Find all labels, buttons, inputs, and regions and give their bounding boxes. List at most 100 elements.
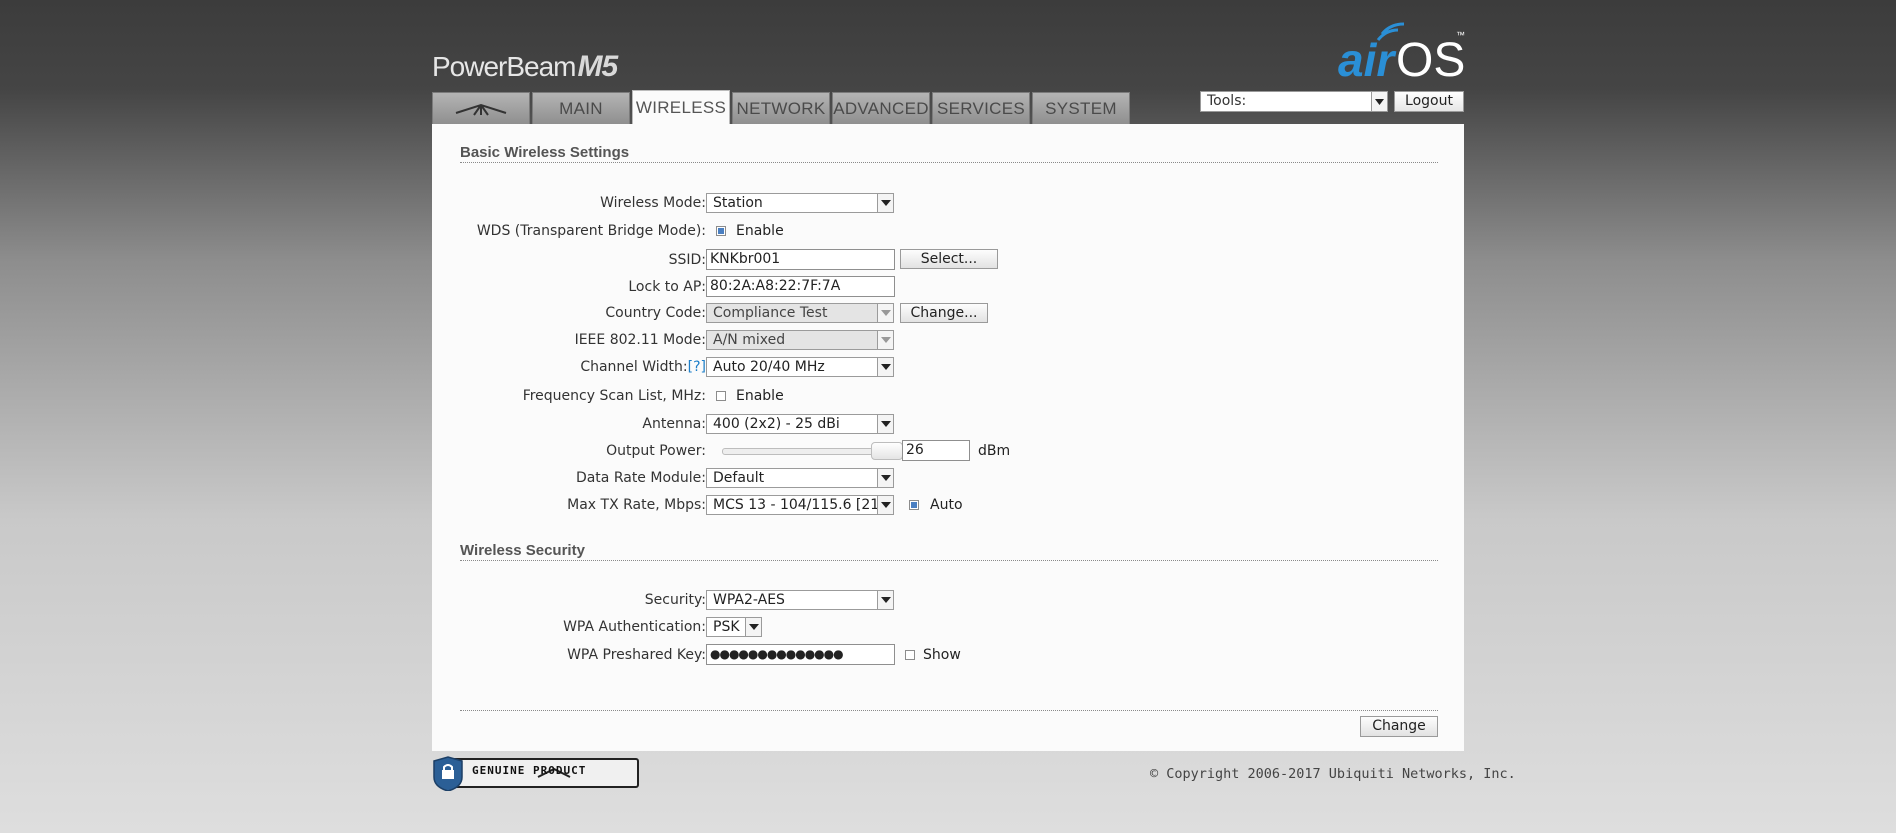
max-tx-value: MCS 13 - 104/115.6 [216/240] xyxy=(713,497,893,513)
tools-select-value: Tools: xyxy=(1207,93,1247,109)
ieee-mode-label: IEEE 802.11 Mode: xyxy=(574,332,706,348)
tab-main[interactable]: MAIN xyxy=(532,92,630,124)
model-name: M5 xyxy=(577,50,619,83)
wpa-auth-select[interactable]: PSK xyxy=(706,617,762,637)
max-tx-auto-label: Auto xyxy=(930,497,963,513)
section-title-security: Wireless Security xyxy=(460,542,1438,561)
antenna-label: Antenna: xyxy=(642,416,706,432)
wpa-key-input[interactable]: ●●●●●●●●●●●●●● xyxy=(706,644,895,665)
brand-name: PowerBeam xyxy=(432,51,577,82)
security-value: WPA2-AES xyxy=(713,592,785,608)
badge-text: GENUINE PRODUCT xyxy=(472,764,587,777)
output-power-label: Output Power: xyxy=(606,443,706,459)
security-select[interactable]: WPA2-AES xyxy=(706,590,894,610)
slider-handle[interactable] xyxy=(871,442,903,460)
row-country-code: Country Code: Compliance Test Change... xyxy=(432,302,1464,326)
output-power-input[interactable]: 26 xyxy=(902,440,970,461)
lock-ap-label: Lock to AP: xyxy=(628,279,706,295)
row-lock-ap: Lock to AP: 80:2A:A8:22:7F:7A xyxy=(432,276,1464,300)
svg-text:™: ™ xyxy=(1456,30,1465,40)
row-wpa-auth: WPA Authentication: PSK xyxy=(432,616,1464,640)
channel-width-value: Auto 20/40 MHz xyxy=(713,359,825,375)
tools-select[interactable]: Tools: xyxy=(1200,91,1388,112)
svg-text:OS: OS xyxy=(1396,34,1465,84)
security-label: Security: xyxy=(644,592,706,608)
chevron-down-icon xyxy=(877,496,893,514)
show-key-checkbox[interactable] xyxy=(905,650,915,660)
section-title-basic: Basic Wireless Settings xyxy=(460,144,1438,163)
row-security: Security: WPA2-AES xyxy=(432,589,1464,613)
ieee-mode-select: A/N mixed xyxy=(706,330,894,350)
wpa-auth-label: WPA Authentication: xyxy=(563,619,706,635)
settings-panel: Basic Wireless Settings Wireless Mode: S… xyxy=(432,124,1464,751)
copyright-text: © Copyright 2006-2017 Ubiquiti Networks,… xyxy=(1150,766,1516,782)
ssid-select-button[interactable]: Select... xyxy=(900,249,998,269)
wds-label: WDS (Transparent Bridge Mode): xyxy=(476,223,706,239)
data-rate-value: Default xyxy=(713,470,765,486)
chevron-down-icon xyxy=(877,591,893,609)
row-ieee-mode: IEEE 802.11 Mode: A/N mixed xyxy=(432,329,1464,353)
country-code-label: Country Code: xyxy=(605,305,706,321)
chevron-down-icon xyxy=(877,194,893,212)
country-code-select: Compliance Test xyxy=(706,303,894,323)
row-channel-width: Channel Width:[?] Auto 20/40 MHz xyxy=(432,356,1464,380)
freq-scan-label: Frequency Scan List, MHz: xyxy=(522,388,706,404)
row-wireless-mode: Wireless Mode: Station xyxy=(432,192,1464,216)
chevron-down-icon xyxy=(877,358,893,376)
footer-divider xyxy=(460,710,1438,711)
main-tabs: MAIN WIRELESS NETWORK ADVANCED SERVICES … xyxy=(432,90,1130,124)
show-key-label: Show xyxy=(923,647,961,663)
product-brand: PowerBeamM5 xyxy=(432,50,619,84)
channel-width-label-text: Channel Width: xyxy=(580,359,688,375)
data-rate-select[interactable]: Default xyxy=(706,468,894,488)
tab-system[interactable]: SYSTEM xyxy=(1032,92,1130,124)
airos-logo: air OS ™ xyxy=(1338,22,1465,84)
chevron-down-icon xyxy=(877,331,893,349)
row-freq-scan: Frequency Scan List, MHz: Enable xyxy=(432,385,1464,409)
antenna-select[interactable]: 400 (2x2) - 25 dBi xyxy=(706,414,894,434)
lock-ap-input[interactable]: 80:2A:A8:22:7F:7A xyxy=(706,276,895,297)
ubiquiti-logo-icon xyxy=(455,103,507,116)
row-wds: WDS (Transparent Bridge Mode): Enable xyxy=(432,220,1464,244)
logout-button[interactable]: Logout xyxy=(1394,91,1464,112)
antenna-value: 400 (2x2) - 25 dBi xyxy=(713,416,840,432)
output-power-slider[interactable] xyxy=(722,442,903,460)
wireless-mode-label: Wireless Mode: xyxy=(600,195,706,211)
country-code-value: Compliance Test xyxy=(713,305,828,321)
chevron-down-icon xyxy=(1371,92,1387,111)
tab-network[interactable]: NETWORK xyxy=(732,92,830,124)
freq-scan-option-label: Enable xyxy=(736,388,784,404)
freq-scan-checkbox[interactable] xyxy=(716,391,726,401)
wireless-mode-value: Station xyxy=(713,195,763,211)
channel-width-help-link[interactable]: [?] xyxy=(688,359,706,375)
row-max-tx: Max TX Rate, Mbps: MCS 13 - 104/115.6 [2… xyxy=(432,494,1464,518)
wireless-mode-select[interactable]: Station xyxy=(706,193,894,213)
output-power-unit: dBm xyxy=(978,443,1011,459)
channel-width-select[interactable]: Auto 20/40 MHz xyxy=(706,357,894,377)
chevron-down-icon xyxy=(877,469,893,487)
ssid-input[interactable]: KNKbr001 xyxy=(706,249,895,270)
wpa-auth-value: PSK xyxy=(713,619,740,635)
wpa-key-label: WPA Preshared Key: xyxy=(567,647,706,663)
change-button[interactable]: Change xyxy=(1360,716,1438,737)
max-tx-select[interactable]: MCS 13 - 104/115.6 [216/240] xyxy=(706,495,894,515)
ieee-mode-value: A/N mixed xyxy=(713,332,786,348)
row-antenna: Antenna: 400 (2x2) - 25 dBi xyxy=(432,413,1464,437)
row-wpa-key: WPA Preshared Key: ●●●●●●●●●●●●●● Show xyxy=(432,644,1464,668)
max-tx-auto-checkbox[interactable] xyxy=(909,500,919,510)
tab-ubnt-logo[interactable] xyxy=(432,92,530,124)
data-rate-label: Data Rate Module: xyxy=(575,470,706,486)
tab-wireless[interactable]: WIRELESS xyxy=(632,90,730,124)
chevron-down-icon xyxy=(745,618,761,636)
chevron-down-icon xyxy=(877,415,893,433)
tab-advanced[interactable]: ADVANCED xyxy=(832,92,930,124)
svg-text:air: air xyxy=(1338,34,1396,84)
ssid-label: SSID: xyxy=(668,252,706,268)
row-output-power: Output Power: 26 dBm xyxy=(432,440,1464,464)
tab-services[interactable]: SERVICES xyxy=(932,92,1030,124)
wds-option-label: Enable xyxy=(736,223,784,239)
row-ssid: SSID: KNKbr001 Select... xyxy=(432,249,1464,273)
wds-checkbox[interactable] xyxy=(716,226,726,236)
row-data-rate: Data Rate Module: Default xyxy=(432,467,1464,491)
country-change-button[interactable]: Change... xyxy=(900,303,988,323)
